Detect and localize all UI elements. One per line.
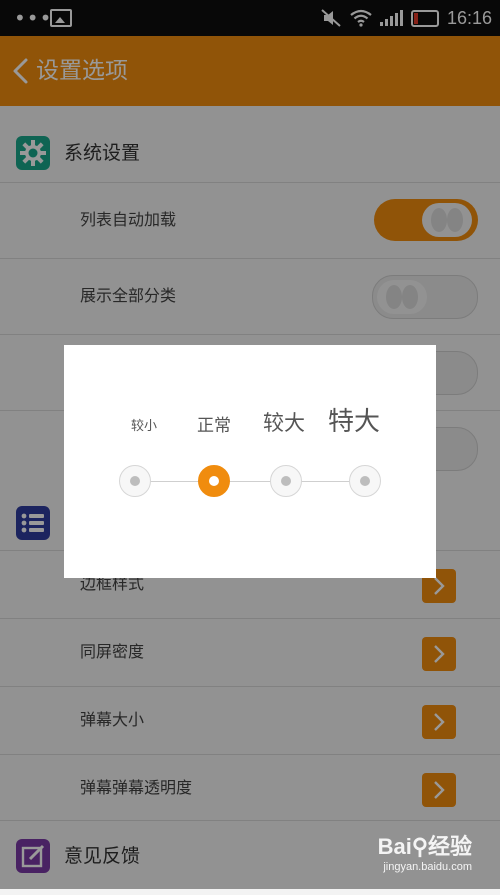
size-slider-stop-small[interactable] <box>119 465 151 497</box>
size-slider-stop-xlarge[interactable] <box>349 465 381 497</box>
watermark-logo: Bai⚲经验 jingyan.baidu.com <box>378 829 472 873</box>
size-slider-stop-normal[interactable] <box>198 465 230 497</box>
size-slider-stop-large[interactable] <box>270 465 302 497</box>
font-size-option-normal[interactable]: 正常 <box>189 411 239 436</box>
font-size-dialog: 较小 正常 较大 特大 <box>64 345 436 578</box>
size-slider-track[interactable] <box>134 481 364 482</box>
watermark-brand: Bai⚲经验 <box>377 834 472 859</box>
font-size-option-small[interactable]: 较小 <box>124 415 164 434</box>
watermark-url: jingyan.baidu.com <box>383 861 472 873</box>
font-size-option-large[interactable]: 较大 <box>254 407 314 437</box>
font-size-option-xlarge[interactable]: 特大 <box>319 401 389 438</box>
